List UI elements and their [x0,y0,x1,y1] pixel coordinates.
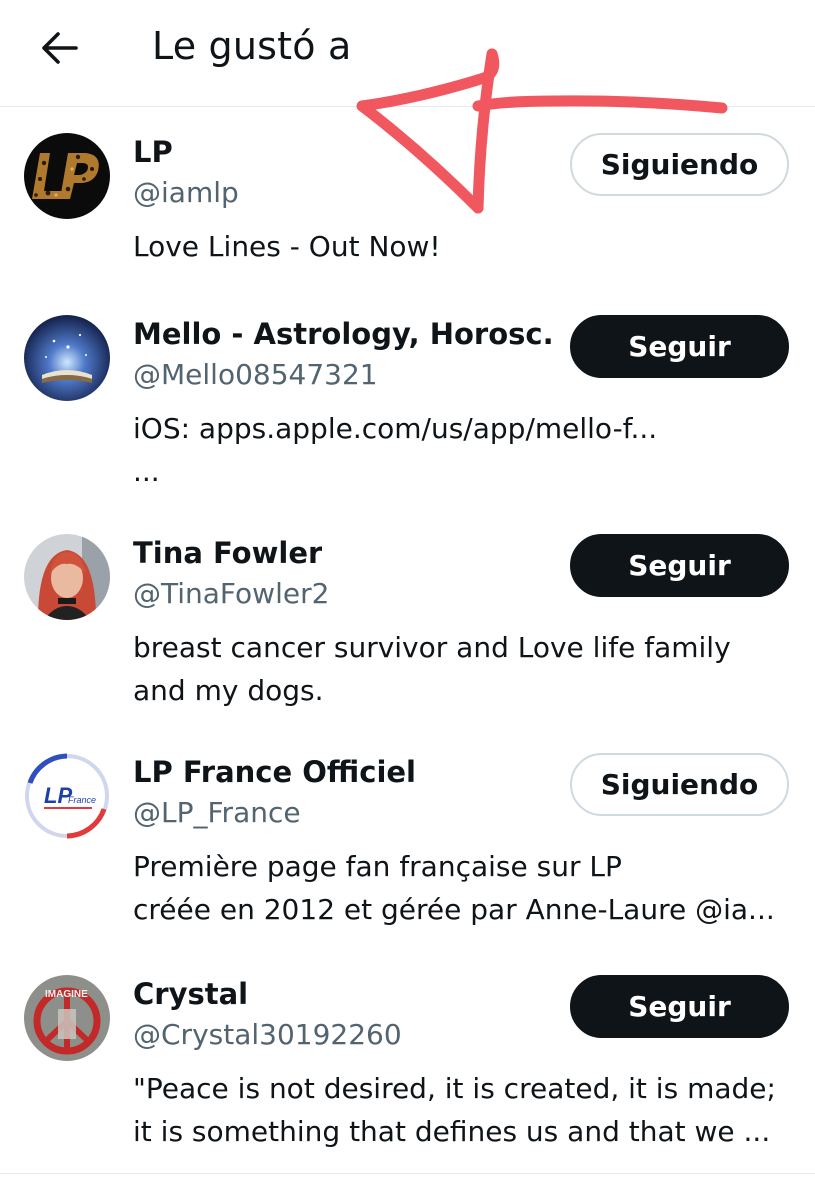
avatar-logo-subtext: France [68,795,96,805]
user-handle: @Crystal30192260 [133,1018,402,1051]
user-bio: breast cancer survivor and Love life fam… [133,631,731,707]
display-name: Mello - Astrology, Horosc... [133,317,553,351]
user-bio: iOS: apps.apple.com/us/app/mello-f... ..… [133,412,658,488]
list-divider [0,1173,815,1174]
display-name: LP France Officiel [133,755,416,789]
user-handle: @TinaFowler2 [133,577,330,610]
follow-button[interactable]: Seguir [570,534,789,597]
user-bio: "Peace is not desired, it is created, it… [133,1072,776,1148]
user-handle: @Mello08547321 [133,358,378,391]
back-button[interactable] [30,20,90,76]
follow-button[interactable]: Seguir [570,315,789,378]
following-button[interactable]: Siguiendo [570,753,789,816]
follow-button[interactable]: Seguir [570,975,789,1038]
display-name: Tina Fowler [133,536,323,570]
display-name: LP [133,135,173,169]
avatar[interactable] [24,315,110,401]
avatar[interactable] [24,534,110,620]
avatar[interactable] [24,133,110,219]
user-handle: @iamlp [133,176,239,209]
user-bio: Première page fan française sur LP créée… [133,850,775,926]
page-title: Le gustó a [152,24,352,68]
arrow-left-icon [42,32,78,64]
avatar[interactable]: LP France [24,753,110,839]
avatar[interactable]: IMAGINE [24,975,110,1061]
user-bio: Love Lines - Out Now! [133,230,441,263]
following-button[interactable]: Siguiendo [570,133,789,196]
user-handle: @LP_France [133,796,301,829]
avatar-logo-text: IMAGINE [45,989,88,1000]
display-name: Crystal [133,977,249,1011]
top-bar: Le gustó a [0,0,815,107]
